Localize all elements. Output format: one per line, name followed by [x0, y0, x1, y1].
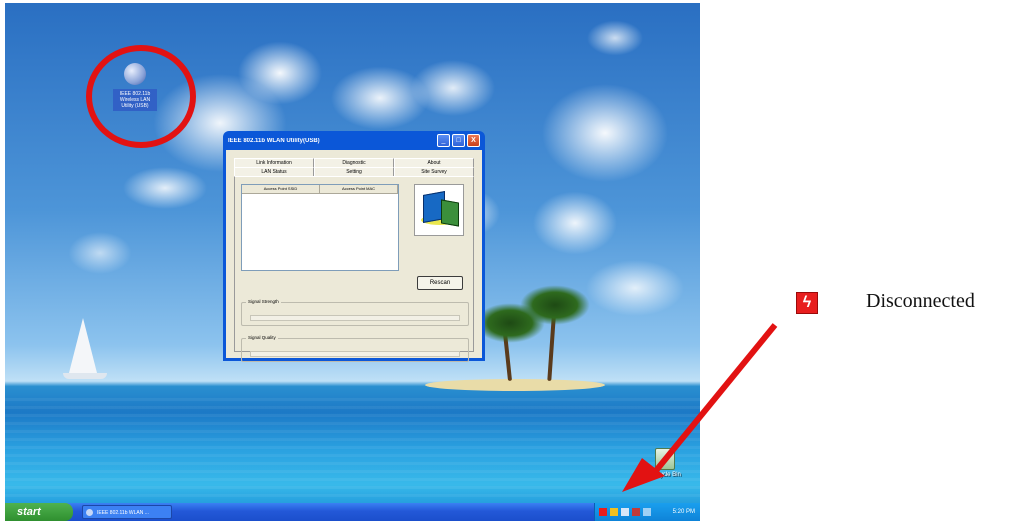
island [425, 379, 605, 391]
system-tray: 5:20 PM [594, 503, 700, 521]
wlan-utility-window: IEEE 802.11b WLAN Utility(USB) _ □ X Lin… [223, 131, 485, 362]
title-bar[interactable]: IEEE 802.11b WLAN Utility(USB) _ □ X [226, 131, 482, 150]
signal-strength-bar [250, 315, 460, 321]
column-ssid[interactable]: Access Point SSID [242, 185, 320, 193]
security-tray-icon[interactable] [632, 508, 640, 516]
column-mac[interactable]: Access Point MAC [320, 185, 398, 193]
minimize-button[interactable]: _ [437, 134, 450, 147]
tab-site-survey[interactable]: Site Survey [394, 167, 474, 176]
desktop-screenshot: IEEE 802.11b Wireless LAN Utility (USB) … [5, 3, 700, 521]
tab-row-front: LAN Status Setting Site Survey [234, 167, 474, 176]
logo-shape [441, 199, 459, 227]
monitor-tray-icon[interactable] [643, 508, 651, 516]
wireless-icon [86, 509, 93, 516]
volume-tray-icon[interactable] [621, 508, 629, 516]
window-client: Link Information Diagnostic About LAN St… [226, 150, 482, 362]
tab-lan-status[interactable]: LAN Status [234, 167, 314, 176]
tab-link-information[interactable]: Link Information [234, 158, 314, 167]
close-button[interactable]: X [467, 134, 480, 147]
disconnected-tray-icon[interactable] [599, 508, 607, 516]
clock[interactable]: 5:20 PM [673, 503, 695, 521]
access-point-list-header: Access Point SSID Access Point MAC [242, 185, 398, 194]
sailboat-hull [63, 373, 107, 379]
window-title: IEEE 802.11b WLAN Utility(USB) [228, 137, 320, 144]
disconnected-icon: ϟ [796, 292, 818, 314]
start-button[interactable]: start [5, 503, 73, 521]
taskbar: start IEEE 802.11b WLAN ... 5:20 PM [5, 503, 700, 521]
signal-strength-group: Signal Strength [241, 299, 469, 326]
recycle-bin-icon [655, 448, 675, 470]
taskbar-wlan-task[interactable]: IEEE 802.11b WLAN ... [82, 505, 172, 519]
palm-leaves [520, 285, 590, 325]
signal-strength-label: Signal Strength [246, 299, 281, 304]
utility-logo [414, 184, 464, 236]
access-point-list[interactable]: Access Point SSID Access Point MAC [241, 184, 399, 271]
network-tray-icon[interactable] [610, 508, 618, 516]
signal-quality-label: Signal Quality [246, 335, 278, 340]
sailboat-sail [69, 318, 97, 373]
sea [5, 398, 700, 498]
recycle-bin[interactable]: Recycle Bin [645, 448, 685, 479]
signal-quality-group: Signal Quality [241, 335, 469, 362]
highlight-circle [86, 45, 196, 148]
recycle-bin-label: Recycle Bin [649, 472, 681, 478]
signal-quality-bar [250, 351, 460, 357]
rescan-button[interactable]: Rescan [417, 276, 463, 290]
tab-row-back: Link Information Diagnostic About [234, 158, 474, 167]
maximize-button[interactable]: □ [452, 134, 465, 147]
task-label: IEEE 802.11b WLAN ... [97, 510, 149, 516]
disconnected-label: Disconnected [866, 290, 975, 312]
tab-setting[interactable]: Setting [314, 167, 394, 176]
tab-diagnostic[interactable]: Diagnostic [314, 158, 394, 167]
tab-about[interactable]: About [394, 158, 474, 167]
